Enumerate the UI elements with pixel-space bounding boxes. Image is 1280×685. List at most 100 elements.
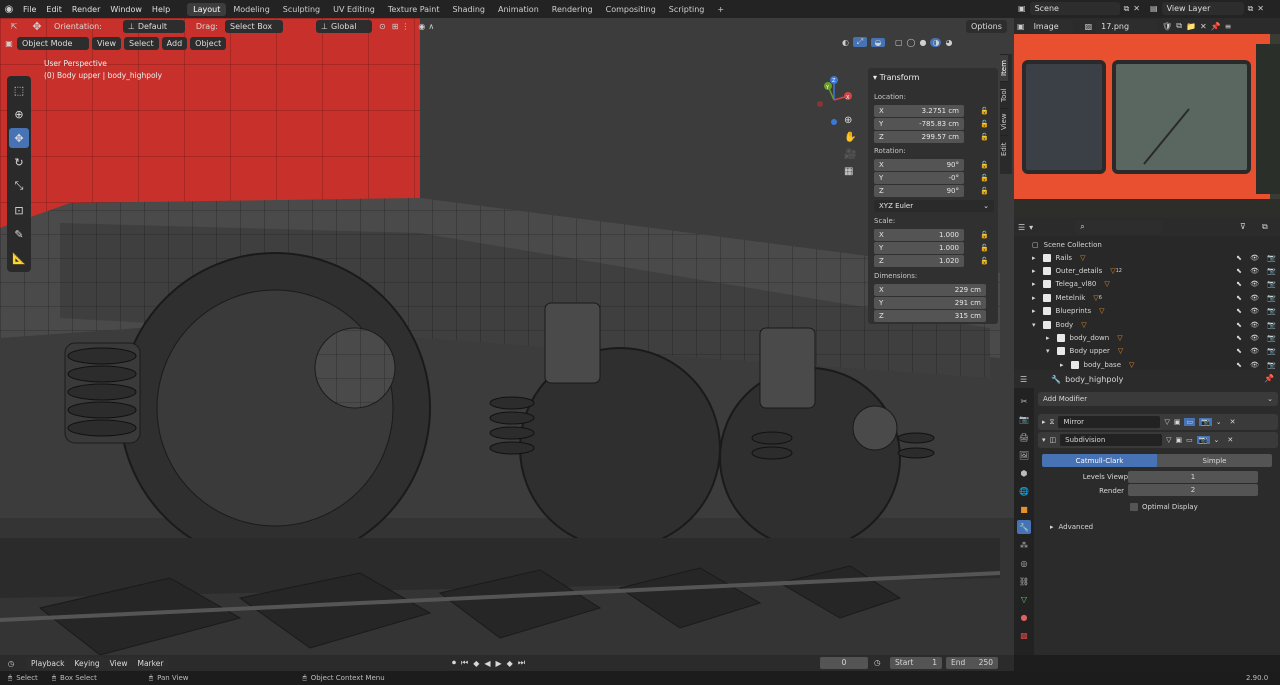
outliner-search-input[interactable]: ⌕	[1075, 220, 1164, 234]
rotation-x-field[interactable]: X 90°	[874, 159, 964, 171]
texture-tab-icon[interactable]: ▩	[1017, 628, 1031, 642]
add-modifier-button[interactable]: Add Modifier ⌄	[1038, 392, 1278, 406]
exclude-checkbox[interactable]	[1042, 280, 1051, 289]
location-z-field[interactable]: Z 299.57 cm	[874, 131, 964, 143]
view-layer-field[interactable]: View Layer	[1161, 2, 1244, 15]
fake-user-icon[interactable]: 🛡	[1162, 22, 1172, 31]
view-layer-icon[interactable]: ▤	[1150, 4, 1158, 13]
tab-shading[interactable]: Shading	[446, 3, 491, 16]
chevron-down-icon[interactable]: ▾	[1042, 436, 1046, 444]
exclude-checkbox[interactable]	[1042, 307, 1051, 316]
lock-icon[interactable]: 🔓	[980, 107, 989, 115]
chevron-right-icon[interactable]: ▸	[1060, 361, 1064, 369]
rendered-shading-icon[interactable]: ◕	[945, 38, 952, 47]
3d-viewport[interactable]: ⇱ ✥ Orientation: ⊥ Default Drag: Select …	[0, 18, 1014, 655]
close-scene-icon[interactable]: ✕	[1133, 4, 1140, 13]
cage-toggle-icon[interactable]: ▣	[1174, 418, 1181, 426]
keying-menu[interactable]: Keying	[69, 656, 105, 670]
falloff-icon[interactable]: ∧	[428, 22, 434, 31]
add-workspace-button[interactable]: +	[711, 3, 730, 16]
timeline-type-icon[interactable]: ◷	[0, 659, 22, 668]
pin-icon[interactable]: 📌	[1211, 22, 1221, 31]
outliner-row[interactable]: ▸ Blueprints ▽ ⬉ 👁 📷	[1014, 305, 1280, 318]
outliner-row[interactable]: ▸ body_down ▽ ⬉ 👁 📷	[1014, 331, 1280, 344]
dimension-x-field[interactable]: X 229 cm	[874, 284, 986, 296]
menu-help[interactable]: Help	[147, 5, 175, 14]
tab-layout[interactable]: Layout	[187, 2, 227, 16]
playback-menu[interactable]: Playback	[26, 656, 70, 670]
jump-start-icon[interactable]: ⏮	[461, 658, 468, 668]
play-icon[interactable]: ▶	[496, 659, 502, 668]
chevron-right-icon[interactable]: ▸	[1032, 254, 1036, 262]
tab-uv-editing[interactable]: UV Editing	[327, 3, 381, 16]
tab-item[interactable]: Item	[1000, 54, 1008, 81]
levels-viewport-field[interactable]: 1	[1128, 471, 1258, 483]
exclude-checkbox[interactable]	[1042, 253, 1051, 262]
next-keyframe-icon[interactable]: ◆	[507, 659, 513, 668]
tab-compositing[interactable]: Compositing	[600, 3, 662, 16]
chevron-down-icon[interactable]: ⌄	[1216, 418, 1222, 426]
image-mode-dropdown[interactable]: Image	[1028, 19, 1073, 33]
visibility-toggle-icon[interactable]: ⬉ 👁 📷	[1236, 347, 1279, 355]
tab-scripting[interactable]: Scripting	[663, 3, 711, 16]
lock-icon[interactable]: 🔓	[980, 161, 989, 169]
close-icon[interactable]: ✕	[1230, 418, 1236, 426]
object-tab-icon[interactable]: ■	[1017, 502, 1031, 516]
exclude-checkbox[interactable]	[1056, 333, 1065, 342]
visibility-toggle-icon[interactable]: ⬉ 👁 📷	[1236, 280, 1279, 288]
perspective-grid-icon[interactable]: ▦	[844, 166, 856, 177]
chevron-right-icon[interactable]: ▸	[1032, 294, 1036, 302]
camera-icon[interactable]: 🎥	[844, 149, 856, 160]
annotate-tool-icon[interactable]: ✎	[9, 224, 29, 244]
scale-tool-icon[interactable]: ⤡	[9, 176, 29, 196]
pin-icon[interactable]: 📌	[1264, 374, 1274, 383]
overlays-icon[interactable]: ◒	[870, 37, 885, 47]
menu-view[interactable]: View	[92, 37, 121, 50]
transform-tool-icon[interactable]: ⊡	[9, 200, 29, 220]
catmull-clark-button[interactable]: Catmull-Clark	[1042, 454, 1157, 467]
scene-tab-icon[interactable]: ⬢	[1017, 466, 1031, 480]
scene-collection-row[interactable]: ▢ Scene Collection	[1014, 238, 1280, 251]
lock-icon[interactable]: 🔓	[980, 257, 989, 265]
exclude-checkbox[interactable]	[1056, 347, 1065, 356]
transform-orientation-dropdown[interactable]: ⊥ Global	[315, 20, 372, 33]
rotation-mode-dropdown[interactable]: XYZ Euler ⌄	[874, 200, 994, 212]
exclude-checkbox[interactable]	[1070, 360, 1079, 369]
image-options-icon[interactable]: ≡	[1225, 22, 1232, 31]
new-image-icon[interactable]: ⧉	[1176, 21, 1182, 31]
exclude-checkbox[interactable]	[1042, 266, 1051, 275]
view-layer-tab-icon[interactable]: 🖼	[1017, 448, 1031, 462]
pan-hand-icon[interactable]: ✋	[844, 132, 856, 143]
location-x-field[interactable]: X 3.2751 cm	[874, 105, 964, 117]
subdivision-modifier-header[interactable]: ▾ ◫ Subdivision ▽ ▣ ▭ 📷 ⌄ ✕	[1038, 432, 1278, 448]
end-frame-field[interactable]: End 250	[946, 657, 998, 669]
outliner-row[interactable]: ▸ Rails ▽ ⬉ 👁 📷	[1014, 251, 1280, 264]
tab-animation[interactable]: Animation	[492, 3, 545, 16]
chevron-right-icon[interactable]: ▸	[1046, 334, 1050, 342]
proportional-edit-icon[interactable]: ◉	[418, 22, 425, 31]
menu-window[interactable]: Window	[105, 5, 147, 14]
constraints-tab-icon[interactable]: ⛓	[1017, 574, 1031, 588]
filter-icon[interactable]: ⊽	[1240, 222, 1246, 231]
play-reverse-icon[interactable]: ◀	[484, 659, 490, 668]
chevron-right-icon[interactable]: ▸	[1032, 307, 1036, 315]
clock-icon[interactable]: ◷	[874, 658, 881, 667]
lock-icon[interactable]: 🔓	[980, 174, 989, 182]
chevron-down-icon[interactable]: ▾	[1046, 347, 1050, 355]
tool-tab-icon[interactable]: ✂	[1017, 394, 1031, 408]
editmode-toggle-icon[interactable]: ▽	[1164, 418, 1169, 426]
render-toggle-icon[interactable]: 📷	[1199, 418, 1212, 426]
tab-edit[interactable]: Edit	[1000, 135, 1008, 162]
location-y-field[interactable]: Y -785.83 cm	[874, 118, 964, 130]
image-file-field[interactable]: 17.png	[1096, 19, 1159, 33]
open-image-icon[interactable]: 📁	[1186, 22, 1196, 31]
render-levels-field[interactable]: 2	[1128, 484, 1258, 496]
display-mode-icon[interactable]: ▾	[1029, 223, 1033, 232]
drag-dropdown[interactable]: Select Box	[224, 20, 283, 33]
visibility-toggle-icon[interactable]: ⬉ 👁 📷	[1236, 294, 1279, 302]
close-view-layer-icon[interactable]: ✕	[1257, 4, 1264, 13]
snap-icon[interactable]: ⊞	[392, 22, 399, 31]
outliner-type-icon[interactable]: ☰	[1018, 223, 1025, 232]
viewport-toggle-icon[interactable]: ▭	[1184, 418, 1196, 426]
gizmo-toggle-icon[interactable]: ⤢	[852, 37, 867, 47]
